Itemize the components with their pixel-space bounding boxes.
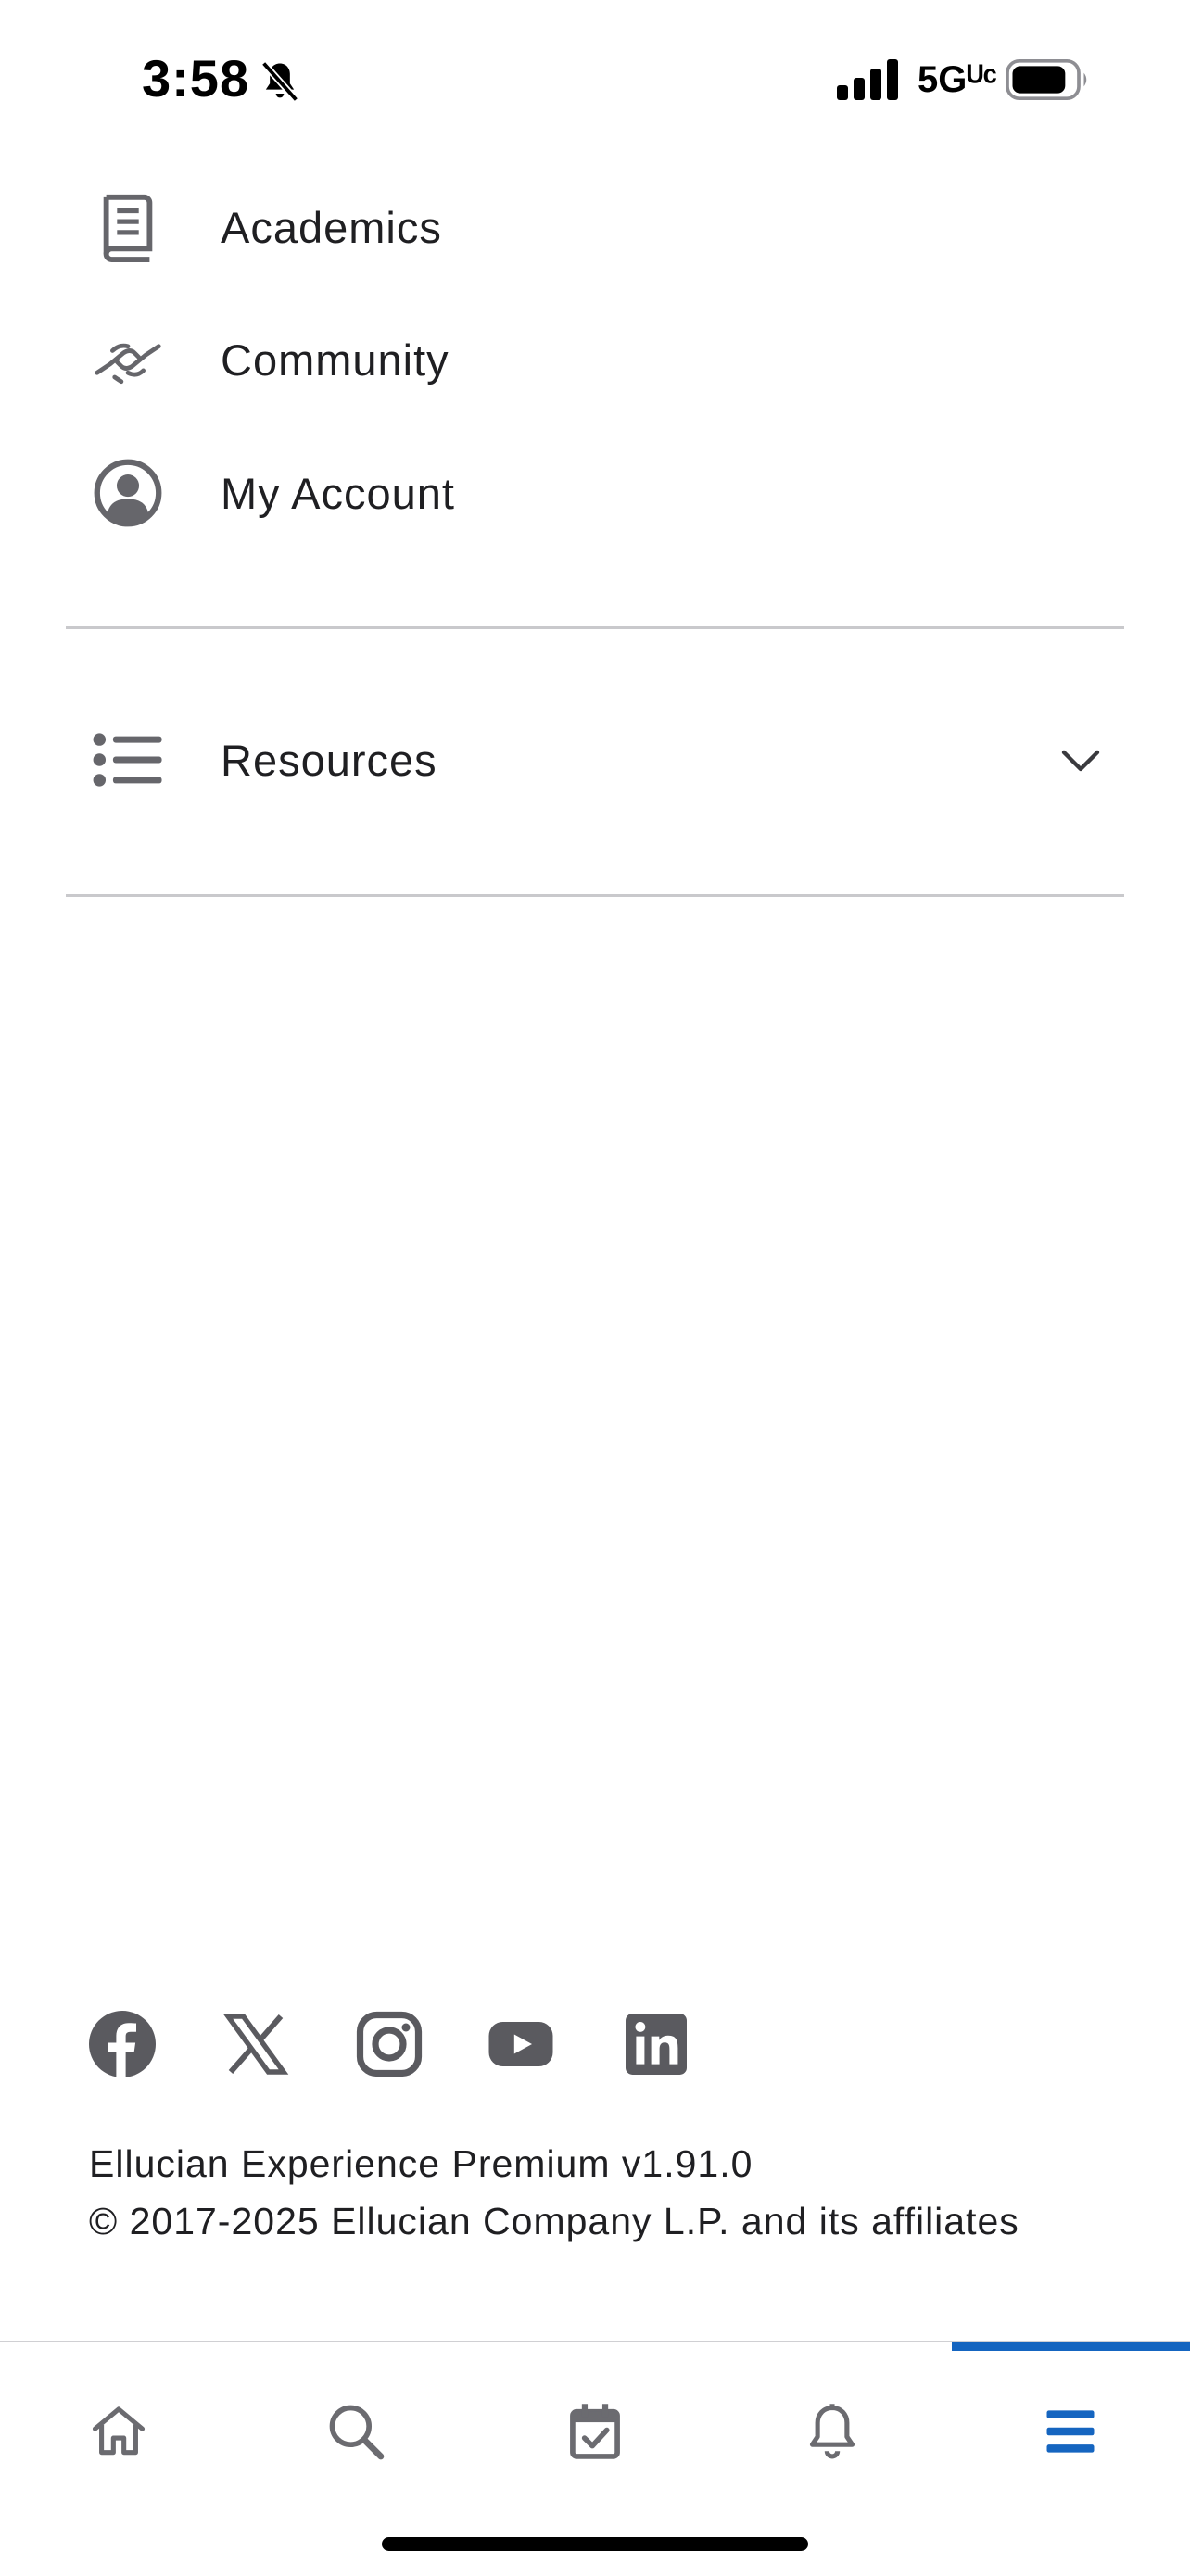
tab-menu[interactable] <box>952 2380 1189 2500</box>
divider <box>66 894 1124 897</box>
search-icon <box>329 2405 385 2460</box>
tab-search[interactable] <box>237 2380 475 2500</box>
menu-label-my-account: My Account <box>221 468 455 518</box>
signal-icon <box>837 59 898 100</box>
app-version: Ellucian Experience Premium v1.91.0 <box>89 2142 753 2185</box>
menu-icon <box>1046 2410 1095 2453</box>
menu-item-community[interactable]: Community <box>93 309 1112 410</box>
tab-home[interactable] <box>0 2380 237 2500</box>
menu-item-my-account[interactable]: My Account <box>93 442 1112 544</box>
chevron-down-icon[interactable] <box>1058 739 1103 784</box>
menu-label-academics: Academics <box>221 202 442 252</box>
home-indicator[interactable] <box>382 2537 808 2551</box>
notifications-icon <box>809 2404 855 2459</box>
divider <box>66 626 1124 629</box>
book-icon <box>93 192 163 262</box>
instagram-icon[interactable] <box>356 2011 423 2077</box>
tab-calendar[interactable] <box>476 2380 714 2500</box>
menu-item-academics[interactable]: Academics <box>93 176 1112 278</box>
status-bar: 3:58 5Gᵁᶜ <box>0 0 1190 158</box>
social-links <box>89 2011 738 2085</box>
youtube-icon[interactable] <box>487 2011 554 2077</box>
account-circle-icon <box>93 458 163 528</box>
tab-notifications[interactable] <box>714 2380 951 2500</box>
active-tab-indicator <box>952 2342 1190 2351</box>
network-type: 5Gᵁᶜ <box>918 59 997 100</box>
copyright: © 2017-2025 Ellucian Company L.P. and it… <box>89 2200 1019 2242</box>
x-icon[interactable] <box>222 2011 289 2077</box>
bell-off-icon <box>260 61 299 102</box>
facebook-icon[interactable] <box>89 2011 156 2077</box>
handshake-icon <box>93 324 163 395</box>
battery-icon <box>1006 59 1087 100</box>
menu-label-community: Community <box>221 335 449 385</box>
calendar-check-icon <box>570 2404 620 2459</box>
home-icon <box>92 2406 146 2456</box>
menu-label-resources: Resources <box>221 735 437 785</box>
list-icon <box>93 725 163 795</box>
status-time: 3:58 <box>142 49 250 107</box>
linkedin-icon[interactable] <box>623 2011 690 2077</box>
menu-item-resources[interactable]: Resources <box>93 709 1121 811</box>
